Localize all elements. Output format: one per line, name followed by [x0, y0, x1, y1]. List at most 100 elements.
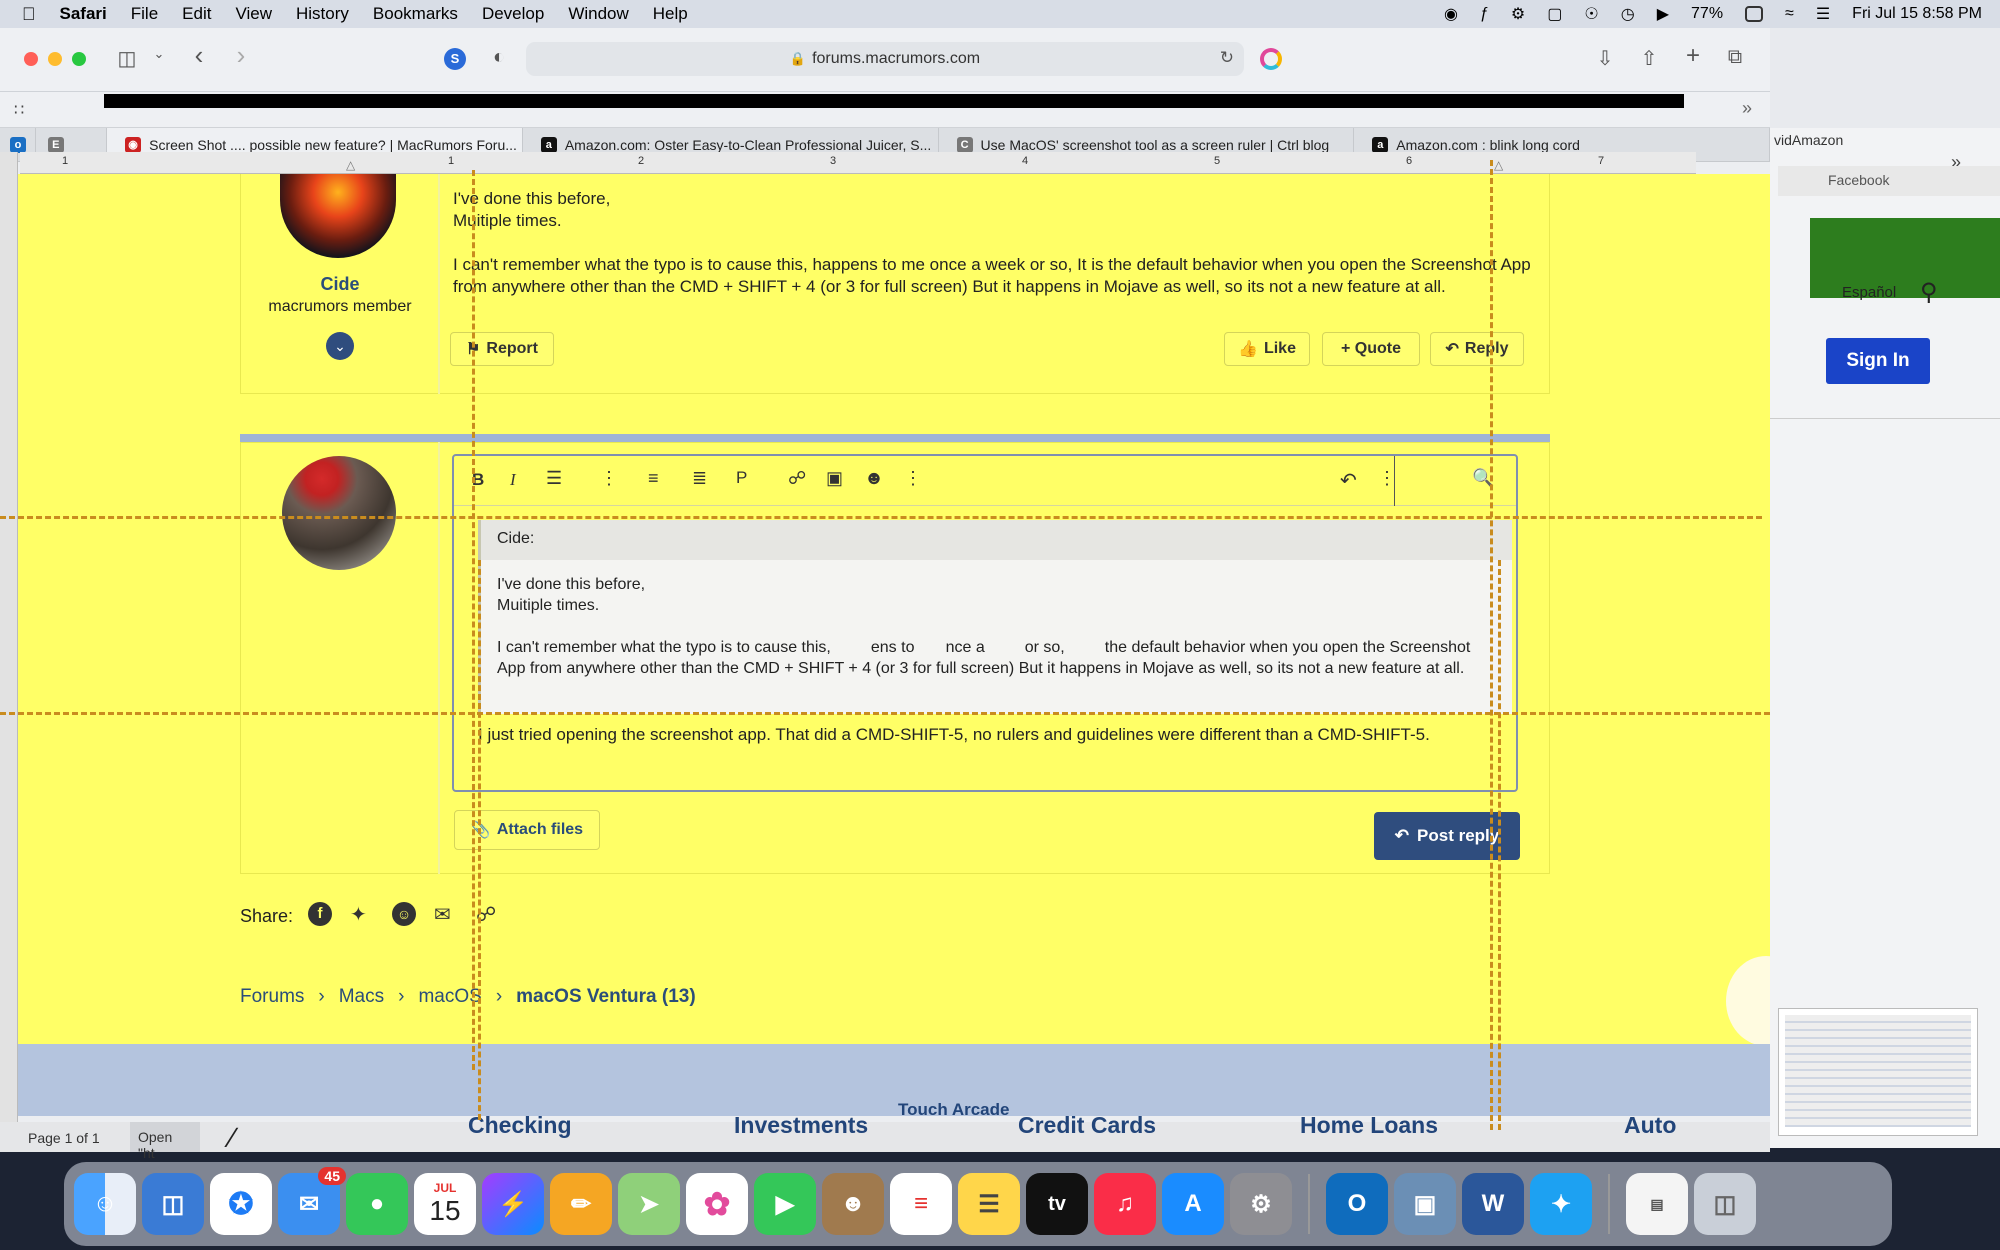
link-icon[interactable]: ☍ [788, 468, 806, 489]
system-preferences-icon[interactable]: ⚙ [1230, 1173, 1292, 1235]
menu-help[interactable]: Help [653, 4, 688, 24]
expand-author-icon[interactable]: ⌄ [326, 332, 354, 360]
contacts-icon[interactable]: ☻ [822, 1173, 884, 1235]
link-credit-cards[interactable]: Credit Cards [1018, 1112, 1156, 1139]
script-icon[interactable]: ƒ [1480, 5, 1489, 23]
app-store-icon[interactable]: A [1162, 1173, 1224, 1235]
report-button[interactable]: ⚑ Report [450, 332, 554, 366]
maps-icon[interactable]: ➤ [618, 1173, 680, 1235]
sidebar-toggle-icon[interactable]: ◫ [114, 46, 140, 71]
back-icon[interactable]: ‹ [186, 40, 212, 71]
link-home-loans[interactable]: Home Loans [1300, 1112, 1438, 1139]
current-user-avatar[interactable] [282, 456, 396, 570]
breadcrumb-macs[interactable]: Macs [339, 986, 384, 1008]
messenger-icon[interactable]: ⚡ [482, 1173, 544, 1235]
apps-grid-icon[interactable]: ∷ [14, 100, 24, 120]
calendar-icon[interactable]: JUL 15 [414, 1173, 476, 1235]
display-icon[interactable]: ▢ [1547, 4, 1562, 24]
link-auto[interactable]: Auto [1624, 1112, 1676, 1139]
outlook-icon[interactable]: O [1326, 1173, 1388, 1235]
email-share-icon[interactable]: ✉ [434, 902, 451, 927]
messages-icon[interactable]: ● [346, 1173, 408, 1235]
chevron-down-icon[interactable]: ⌄ [146, 46, 172, 62]
document-icon[interactable]: ▤ [1626, 1173, 1688, 1235]
time-machine-icon[interactable]: ◷ [1621, 4, 1635, 24]
menu-edit[interactable]: Edit [182, 4, 211, 24]
ruler-guide-vertical[interactable] [472, 170, 475, 1070]
clock-datetime[interactable]: Fri Jul 15 8:58 PM [1852, 5, 1982, 23]
touch-arcade-link[interactable]: Touch Arcade [898, 1100, 1009, 1120]
menu-file[interactable]: File [131, 4, 158, 24]
ruler-guide-horizontal[interactable] [0, 712, 1770, 715]
sign-in-button[interactable]: Sign In [1826, 338, 1930, 384]
menu-window[interactable]: Window [568, 4, 628, 24]
paragraph-icon[interactable]: P [736, 468, 747, 488]
new-tab-icon[interactable]: + [1680, 42, 1706, 70]
apple-tv-icon[interactable]: tv [1026, 1173, 1088, 1235]
link-checking[interactable]: Checking [468, 1112, 572, 1139]
reddit-share-icon[interactable]: ☺ [392, 902, 416, 926]
menu-history[interactable]: History [296, 4, 349, 24]
preview-icon[interactable]: ▣ [1394, 1173, 1456, 1235]
screen-app-icon[interactable]: ◫ [142, 1173, 204, 1235]
color-extension-icon[interactable] [1260, 48, 1282, 70]
minimize-window-button[interactable] [48, 52, 62, 66]
ruler-guide-horizontal[interactable] [0, 516, 1762, 519]
downloads-icon[interactable]: ⇩ [1592, 46, 1618, 71]
menu-view[interactable]: View [235, 4, 272, 24]
italic-icon[interactable]: I [510, 470, 516, 490]
smiley-icon[interactable]: ☻ [864, 468, 884, 490]
image-icon[interactable]: ▣ [826, 468, 843, 489]
reply-button[interactable]: ↶ Reply [1430, 332, 1524, 366]
facebook-label[interactable]: Facebook [1778, 166, 2000, 196]
link-investments[interactable]: Investments [734, 1112, 868, 1139]
menu-bookmarks[interactable]: Bookmarks [373, 4, 458, 24]
text-size-icon[interactable]: ☰ [546, 468, 562, 489]
forward-icon[interactable]: › [228, 40, 254, 71]
glasses-icon[interactable]: ☉ [1584, 4, 1598, 24]
more-favorites-icon[interactable]: » [1742, 98, 1752, 119]
safari-icon[interactable]: ✪ [210, 1173, 272, 1235]
wifi-icon[interactable]: ≈ [1785, 5, 1794, 23]
reminders-icon[interactable]: ≡ [890, 1173, 952, 1235]
notes-icon[interactable]: ☰ [958, 1173, 1020, 1235]
ruler-guide-vertical[interactable] [1498, 560, 1501, 1130]
address-bar[interactable]: 🔒 forums.macrumors.com ↻ [526, 42, 1244, 76]
control-center-icon[interactable]: ☰ [1816, 4, 1830, 24]
word-icon[interactable]: W [1462, 1173, 1524, 1235]
zoom-window-button[interactable] [72, 52, 86, 66]
breadcrumb-forums[interactable]: Forums [240, 986, 304, 1008]
twitter-share-icon[interactable]: ✦ [350, 902, 367, 927]
close-window-button[interactable] [24, 52, 38, 66]
status-app-icon[interactable]: ⚙ [1511, 4, 1525, 24]
reply-text[interactable]: I just tried opening the screenshot app.… [478, 724, 1498, 746]
play-icon[interactable]: ▶ [1657, 4, 1669, 24]
share-icon[interactable]: ⇧ [1636, 46, 1662, 71]
facebook-share-icon[interactable]: f [308, 902, 332, 926]
battery-icon[interactable] [1745, 6, 1764, 22]
undo-icon[interactable]: ↶ [1340, 468, 1357, 493]
more-options-icon[interactable]: ⋮ [904, 468, 922, 489]
list-icon[interactable]: ≡ [648, 468, 659, 489]
ruler-guide-vertical[interactable] [478, 560, 481, 1120]
indent-marker-icon[interactable]: △ [346, 158, 355, 172]
quote-button[interactable]: + Quote [1322, 332, 1420, 366]
align-icon[interactable]: ≣ [692, 468, 707, 489]
menu-app-name[interactable]: Safari [60, 4, 107, 24]
twitter-icon[interactable]: ✦ [1530, 1173, 1592, 1235]
author-name[interactable]: Cide [240, 274, 440, 295]
pages-icon[interactable]: ✏ [550, 1173, 612, 1235]
more-options-icon[interactable]: ⋮ [600, 468, 618, 489]
espanol-link[interactable]: Español [1842, 284, 1896, 301]
search-icon[interactable]: ⚲ [1920, 278, 1938, 307]
amazon-tab-fragment[interactable]: vidAmazon [1774, 132, 1843, 148]
reload-icon[interactable]: ↻ [1220, 48, 1234, 68]
finder-icon[interactable]: ☺ [74, 1173, 136, 1235]
margin-marker-icon[interactable]: △ [1494, 158, 1503, 172]
apple-menu-icon[interactable]:  [22, 4, 36, 25]
breadcrumb-ventura[interactable]: macOS Ventura (13) [516, 986, 696, 1008]
trash-icon[interactable]: ◫ [1694, 1173, 1756, 1235]
mail-icon[interactable]: ✉ 45 [278, 1167, 346, 1235]
window-thumbnail[interactable] [1778, 1008, 1978, 1136]
photos-icon[interactable]: ✿ [686, 1173, 748, 1235]
